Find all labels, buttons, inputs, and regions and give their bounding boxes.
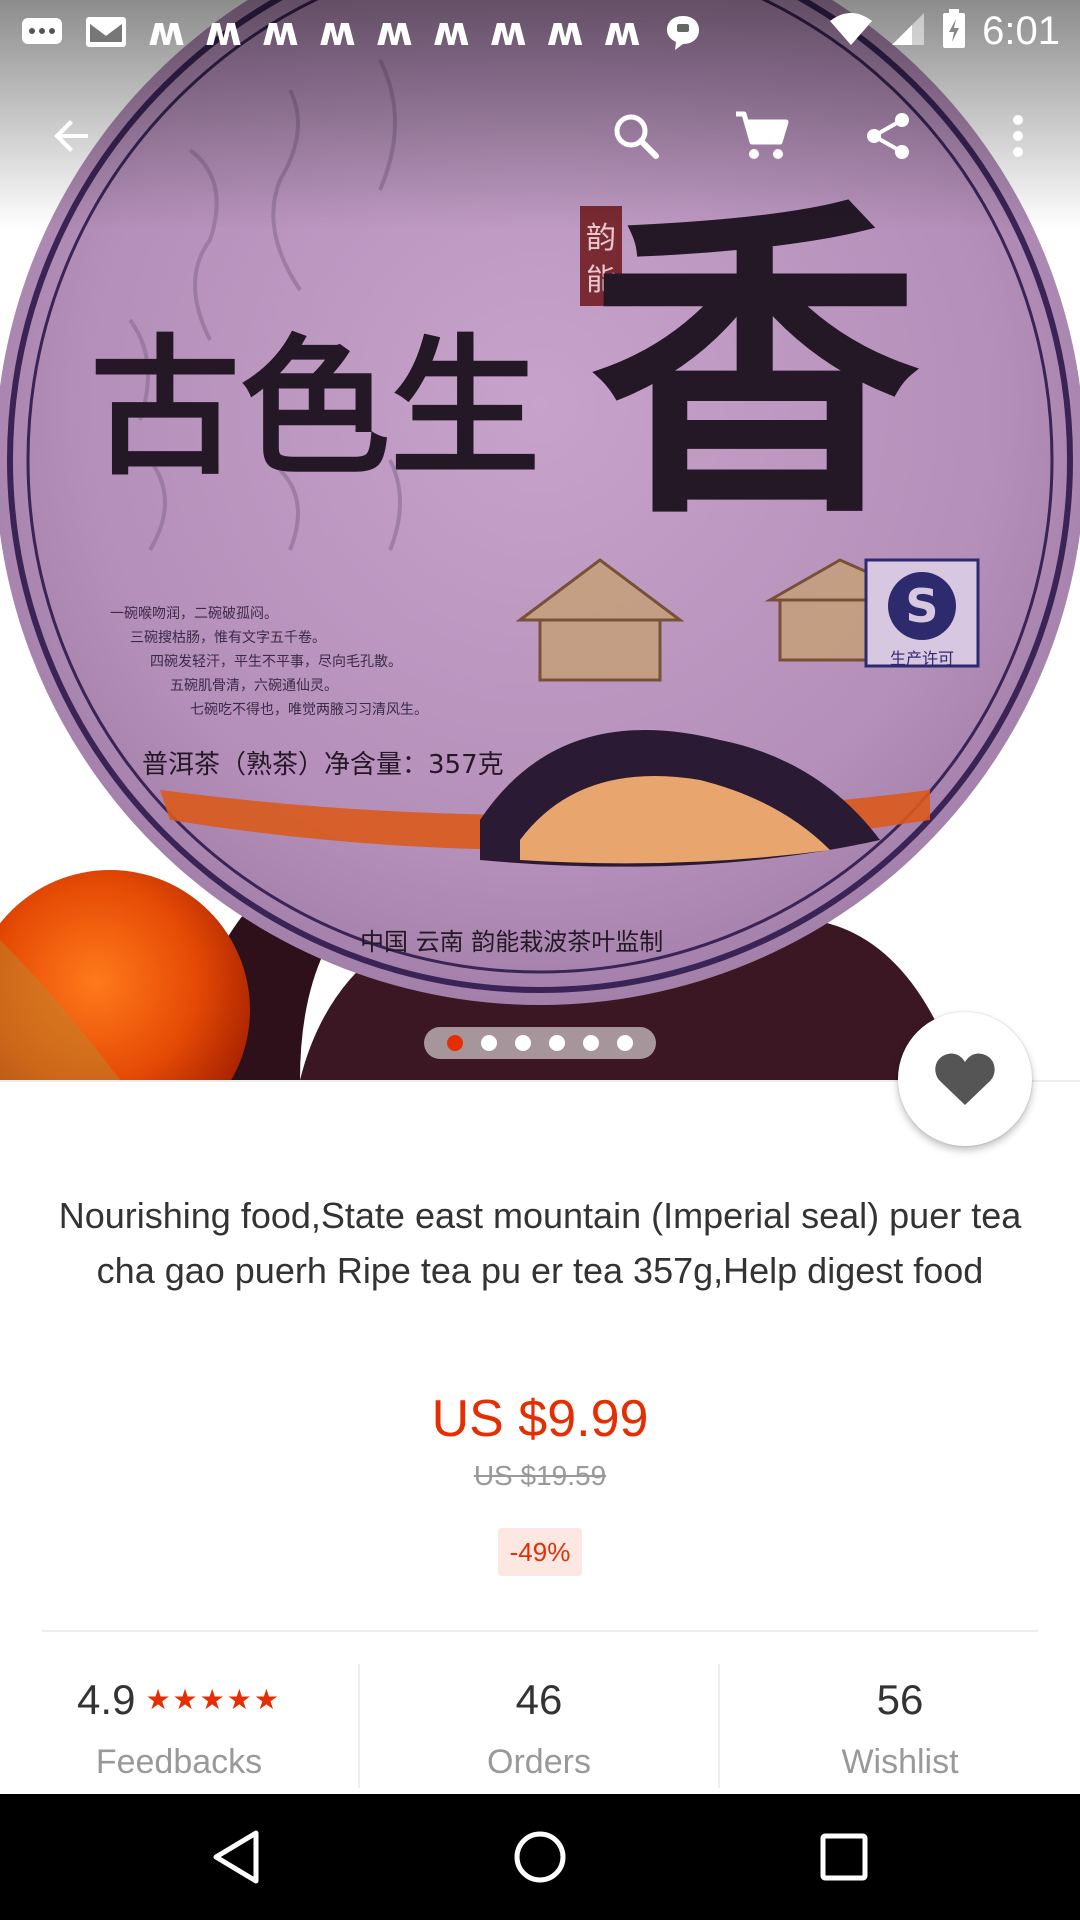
image-pager-indicator (424, 1027, 656, 1059)
original-price: US $19.59 (473, 1460, 607, 1491)
system-status: 6:01 (828, 9, 1060, 54)
svg-text:三碗搜枯肠，惟有文字五千卷。: 三碗搜枯肠，惟有文字五千卷。 (130, 630, 326, 646)
svg-text:香: 香 (590, 174, 920, 558)
message-bubble-icon (661, 12, 705, 52)
search-button[interactable] (600, 100, 672, 172)
notification-w-icon: ʍ (546, 8, 584, 55)
pager-dot (515, 1035, 531, 1051)
notification-w-icon: ʍ (489, 8, 527, 55)
notification-w-icon: ʍ (432, 8, 470, 55)
more-options-button[interactable] (982, 100, 1054, 172)
svg-text:一碗喉吻润，二碗破孤闷。: 一碗喉吻润，二碗破孤闷。 (110, 606, 278, 622)
add-to-wishlist-button[interactable] (898, 1012, 1032, 1146)
pager-dot-active (447, 1035, 463, 1051)
feedbacks-label: Feedbacks (95, 1743, 263, 1781)
back-arrow-icon (54, 120, 88, 152)
app-toolbar (0, 80, 1080, 192)
heart-icon (935, 1053, 995, 1105)
svg-text:五碗肌骨清，六碗通仙灵。: 五碗肌骨清，六碗通仙灵。 (170, 678, 338, 694)
svg-text:七碗吃不得也，唯觉两腋习习清风生。: 七碗吃不得也，唯觉两腋习习清风生。 (190, 701, 428, 718)
nav-back-button[interactable] (196, 1817, 276, 1897)
battery-icon (942, 9, 966, 54)
rating-value: 4.9 (77, 1676, 136, 1723)
feedbacks-stat[interactable]: 4.9 ★★★★★ Feedbacks (0, 1660, 358, 1790)
notification-w-icon: ʍ (603, 8, 641, 55)
rating-stars-icon: ★★★★★ (145, 1683, 281, 1716)
system-navigation-bar (0, 1794, 1080, 1920)
pager-dot (481, 1035, 497, 1051)
recents-square-icon (820, 1833, 868, 1881)
svg-text:古色生: 古色生 (90, 322, 540, 496)
pager-dot (583, 1035, 599, 1051)
share-icon (867, 113, 909, 159)
search-icon (614, 114, 659, 159)
svg-text:生产许可: 生产许可 (890, 649, 954, 668)
gmail-icon (84, 12, 128, 52)
back-button[interactable] (36, 100, 108, 172)
pager-dot (549, 1035, 565, 1051)
more-vert-icon (1013, 115, 1023, 157)
orders-value: 46 (515, 1676, 563, 1723)
current-price: US $9.99 (431, 1390, 649, 1448)
product-title: Nourishing food,State east mountain (Imp… (58, 1195, 1022, 1291)
notification-w-icon: ʍ (375, 8, 413, 55)
share-button[interactable] (852, 100, 924, 172)
notification-w-icon: ʍ (261, 8, 299, 55)
divider (42, 1630, 1038, 1632)
pager-dot (617, 1035, 633, 1051)
svg-text:普洱茶（熟茶）净含量：357克: 普洱茶（熟茶）净含量：357克 (142, 750, 504, 780)
wishlist-stat[interactable]: 56 Wishlist (720, 1660, 1080, 1790)
home-circle-icon (514, 1831, 566, 1883)
nav-home-button[interactable] (500, 1817, 580, 1897)
cart-icon (736, 111, 789, 159)
wifi-icon (828, 11, 874, 52)
nav-recents-button[interactable] (804, 1817, 884, 1897)
status-bar: ʍ ʍ ʍ ʍ ʍ ʍ ʍ ʍ ʍ 6:01 (0, 0, 1080, 63)
rating-line: 4.9 ★★★★★ (0, 1672, 358, 1728)
status-time: 6:01 (982, 9, 1060, 53)
back-triangle-icon (213, 1830, 259, 1884)
notification-w-icon: ʍ (204, 8, 242, 55)
discount-container: -49% (0, 1528, 1080, 1576)
orders-stat[interactable]: 46 Orders (360, 1660, 718, 1790)
discount-badge: -49% (497, 1528, 583, 1576)
chat-bubble-icon (20, 12, 64, 52)
cart-button[interactable] (726, 100, 798, 172)
wishlist-value: 56 (876, 1676, 924, 1723)
wishlist-label: Wishlist (841, 1743, 959, 1781)
svg-text:四碗发轻汗，平生不平事，尽向毛孔散。: 四碗发轻汗，平生不平事，尽向毛孔散。 (150, 654, 402, 670)
notification-icons: ʍ ʍ ʍ ʍ ʍ ʍ ʍ ʍ ʍ (20, 12, 705, 52)
signal-icon (890, 11, 926, 52)
svg-text:中国 云南 韵能栽波茶叶监制: 中国 云南 韵能栽波茶叶监制 (360, 928, 663, 956)
notification-w-icon: ʍ (318, 8, 356, 55)
product-detail-screen: 韵 能 古色生 香 一碗喉吻润，二碗破孤闷。 三碗搜枯肠，惟有文字五千卷。 四碗… (0, 0, 1080, 1920)
product-stats: 4.9 ★★★★★ Feedbacks 46 Orders 56 Wishlis… (0, 1660, 1080, 1790)
svg-text:S: S (905, 579, 938, 633)
orders-label: Orders (487, 1743, 591, 1781)
notification-w-icon: ʍ (148, 8, 185, 55)
